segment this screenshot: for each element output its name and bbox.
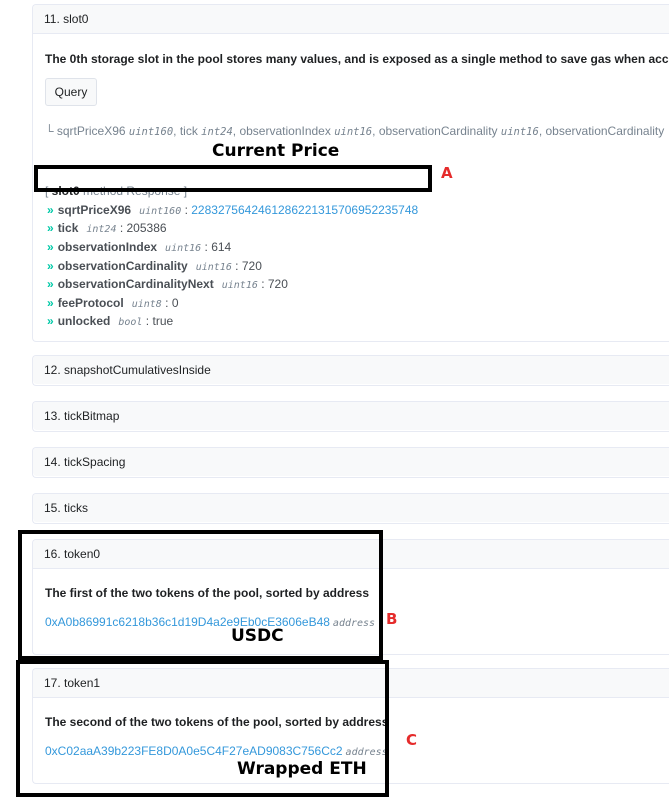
double-chevron-right-icon: » — [47, 296, 54, 310]
field-name: unlocked — [57, 314, 111, 328]
response-row-unlocked: » unlocked bool : true — [47, 314, 174, 328]
method-card-tickspacing[interactable]: 14. tickSpacing — [32, 447, 669, 478]
field-value: 720 — [267, 277, 288, 291]
annotation-wrapped-eth: Wrapped ETH — [237, 759, 367, 779]
field-name: observationCardinalityNext — [57, 277, 214, 291]
annotation-current-price: Current Price — [212, 141, 340, 161]
sig-type: uint160 — [128, 126, 174, 138]
field-type: uint8 — [131, 299, 162, 310]
field-name: feeProtocol — [57, 296, 124, 310]
field-value: true — [152, 314, 174, 328]
field-name: sqrtPriceX96 — [57, 203, 132, 217]
field-type: uint16 — [195, 262, 232, 273]
double-chevron-right-icon: » — [47, 277, 54, 291]
method-header[interactable]: 15. ticks — [33, 494, 669, 522]
response-row-sqrtpricex96: » sqrtPriceX96 uint160 : 22832756424612862… — [47, 203, 419, 217]
sig-type: uint16 — [500, 126, 539, 138]
field-name: observationCardinality — [57, 259, 188, 273]
response-row-feeprotocol: » feeProtocol uint8 : 0 — [47, 296, 179, 310]
double-chevron-right-icon: » — [47, 314, 54, 328]
response-row-observationcardinality: » observationCardinality uint16 : 720 — [47, 259, 262, 273]
field-type: uint16 — [165, 243, 202, 254]
sig-type: int24 — [201, 126, 233, 138]
method-card-tickbitmap[interactable]: 13. tickBitmap — [32, 401, 669, 432]
query-button[interactable]: Query — [45, 78, 97, 106]
sig-name: sqrtPriceX96 — [56, 124, 126, 138]
double-chevron-right-icon: » — [47, 221, 54, 235]
slot0-description: The 0th storage slot in the pool stores … — [45, 52, 669, 66]
annotation-letter-b: B — [386, 610, 398, 628]
field-type: int24 — [86, 224, 117, 235]
method-header[interactable]: 14. tickSpacing — [33, 448, 669, 476]
method-card-ticks[interactable]: 15. ticks — [32, 493, 669, 524]
return-arrow-icon: └ — [45, 124, 57, 138]
sig-name: observationIndex — [239, 124, 331, 138]
sig-name: observationCardinality — [545, 124, 665, 138]
double-chevron-right-icon: » — [47, 203, 54, 217]
sig-type: uint16 — [334, 126, 373, 138]
field-name: tick — [57, 221, 79, 235]
annotation-usdc: USDC — [231, 626, 284, 646]
response-row-observationindex: » observationIndex uint16 : 614 — [47, 240, 232, 254]
field-value: 205386 — [126, 221, 167, 235]
method-header[interactable]: 12. snapshotCumulativesInside — [33, 356, 669, 384]
response-row-tick: » tick int24 : 205386 — [47, 221, 167, 235]
double-chevron-right-icon: » — [47, 240, 54, 254]
field-name: observationIndex — [57, 240, 158, 254]
field-value: 720 — [241, 259, 262, 273]
double-chevron-right-icon: » — [47, 259, 54, 273]
slot0-header[interactable]: 11. slot0 — [33, 5, 669, 34]
field-value: 0 — [171, 296, 179, 310]
method-header[interactable]: 13. tickBitmap — [33, 402, 669, 430]
field-type: uint160 — [139, 206, 182, 217]
sig-name: observationCardinality — [378, 124, 498, 138]
annotation-letter-a: A — [441, 164, 453, 182]
annotation-box-b — [18, 530, 383, 660]
field-type: bool — [118, 317, 143, 328]
response-row-observationcardinalitynext: » observationCardinalityNext uint16 : 720 — [47, 277, 288, 291]
sig-name: tick — [179, 124, 198, 138]
annotation-box-a — [34, 165, 432, 192]
field-type: uint16 — [221, 280, 258, 291]
field-value: 2283275642461286221315706952235748 — [191, 203, 419, 217]
annotation-letter-c: C — [406, 731, 418, 749]
field-value: 614 — [211, 240, 232, 254]
method-card-snapshotcumulativesinside[interactable]: 12. snapshotCumulativesInside — [32, 355, 669, 386]
slot0-signature: └ sqrtPriceX96 uint160, tick int24, obse… — [45, 124, 665, 138]
